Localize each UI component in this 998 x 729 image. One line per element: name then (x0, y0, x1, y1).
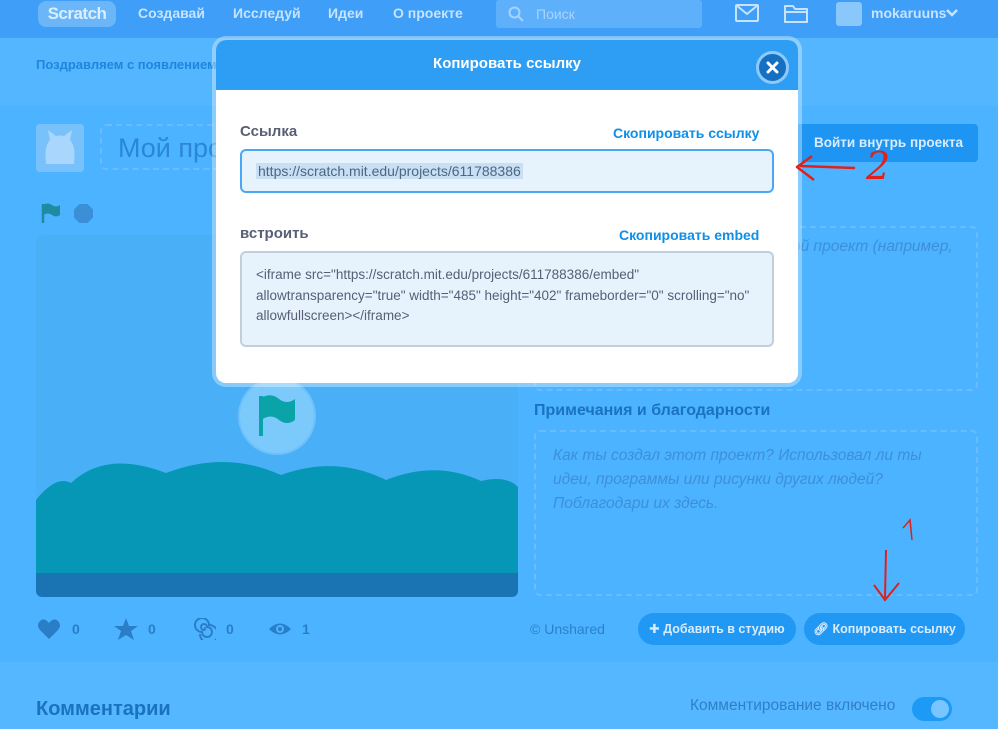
add-to-studio-label: Добавить в студию (663, 622, 785, 636)
annotation-number: 2 (866, 144, 891, 188)
copy-link-label: Копировать ссылку (832, 622, 956, 636)
arrow-to-link-icon (799, 164, 856, 170)
embed-code: <iframe src="https://scratch.mit.edu/pro… (256, 267, 750, 323)
views-count: 1 (302, 621, 310, 637)
chevron-down-icon[interactable] (946, 8, 958, 18)
nav-about[interactable]: О проекте (393, 5, 463, 21)
star-icon[interactable] (114, 618, 138, 640)
close-icon (766, 61, 779, 74)
banner-text: Поздравляем с появлением комментарии и д… (36, 57, 226, 72)
link-icon: 🔗︎ (813, 622, 833, 636)
loves-count: 0 (72, 621, 80, 637)
messages-icon[interactable] (735, 4, 759, 22)
comments-heading: Комментарии (36, 698, 171, 720)
nav-create[interactable]: Создавай (138, 5, 205, 21)
toggle-knob (931, 700, 949, 718)
modal-title: Копировать ссылку (433, 55, 581, 72)
search-input[interactable]: Поиск (496, 0, 702, 28)
eye-icon (269, 623, 291, 635)
embed-code-field[interactable]: <iframe src="https://scratch.mit.edu/pro… (240, 251, 774, 347)
top-navigation-bar: Scratch Создавай Исследуй Идеи О проекте… (0, 0, 998, 38)
stop-icon[interactable] (73, 203, 94, 224)
link-value: https://scratch.mit.edu/projects/6117883… (256, 163, 523, 179)
embed-label: встроить (240, 225, 309, 242)
nav-ideas[interactable]: Идеи (328, 5, 363, 21)
link-label: Ссылка (240, 123, 298, 140)
my-stuff-folder-icon[interactable] (784, 3, 808, 23)
heart-icon[interactable] (37, 618, 61, 640)
scratch-logo[interactable]: Scratch (38, 1, 116, 27)
link-input[interactable]: https://scratch.mit.edu/projects/6117883… (240, 149, 774, 193)
project-title: Мой проект (118, 133, 228, 163)
copy-link-modal: Копировать ссылку Ссылка Скопировать ссы… (216, 40, 798, 383)
green-flag-play-icon[interactable] (253, 392, 301, 440)
copy-embed-action[interactable]: Скопировать embed (619, 227, 759, 243)
copy-link-button[interactable]: 🔗︎ Копировать ссылку (804, 613, 965, 645)
copy-link-action[interactable]: Скопировать ссылку (613, 125, 759, 141)
remixes-count: 0 (226, 621, 234, 637)
account-username[interactable]: mokaruuns (871, 5, 946, 21)
plus-icon: ✚ (649, 622, 664, 636)
commenting-status: Комментирование включено (690, 697, 896, 714)
sharing-status: © Unshared (530, 621, 605, 637)
instructions-placeholder: ой проект (например, (792, 238, 953, 255)
modal-header: Копировать ссылку (216, 40, 798, 90)
notes-heading: Примечания и благодарности (534, 402, 771, 419)
project-author-avatar[interactable] (36, 124, 84, 172)
add-to-studio-button[interactable]: ✚ Добавить в студию (638, 613, 796, 645)
favorites-count: 0 (148, 621, 156, 637)
project-title-field[interactable]: Мой проект (100, 124, 230, 170)
search-placeholder: Поиск (536, 6, 575, 22)
cat-avatar-icon (45, 130, 75, 164)
search-icon (508, 6, 524, 22)
notes-placeholder: Как ты создал этот проект? Использовал л… (553, 447, 922, 512)
green-flag-icon[interactable] (40, 202, 62, 224)
user-avatar[interactable] (836, 2, 862, 26)
close-button[interactable] (756, 51, 789, 84)
nav-explore[interactable]: Исследуй (233, 5, 301, 21)
commenting-toggle[interactable] (912, 697, 952, 721)
remix-icon (194, 618, 216, 640)
